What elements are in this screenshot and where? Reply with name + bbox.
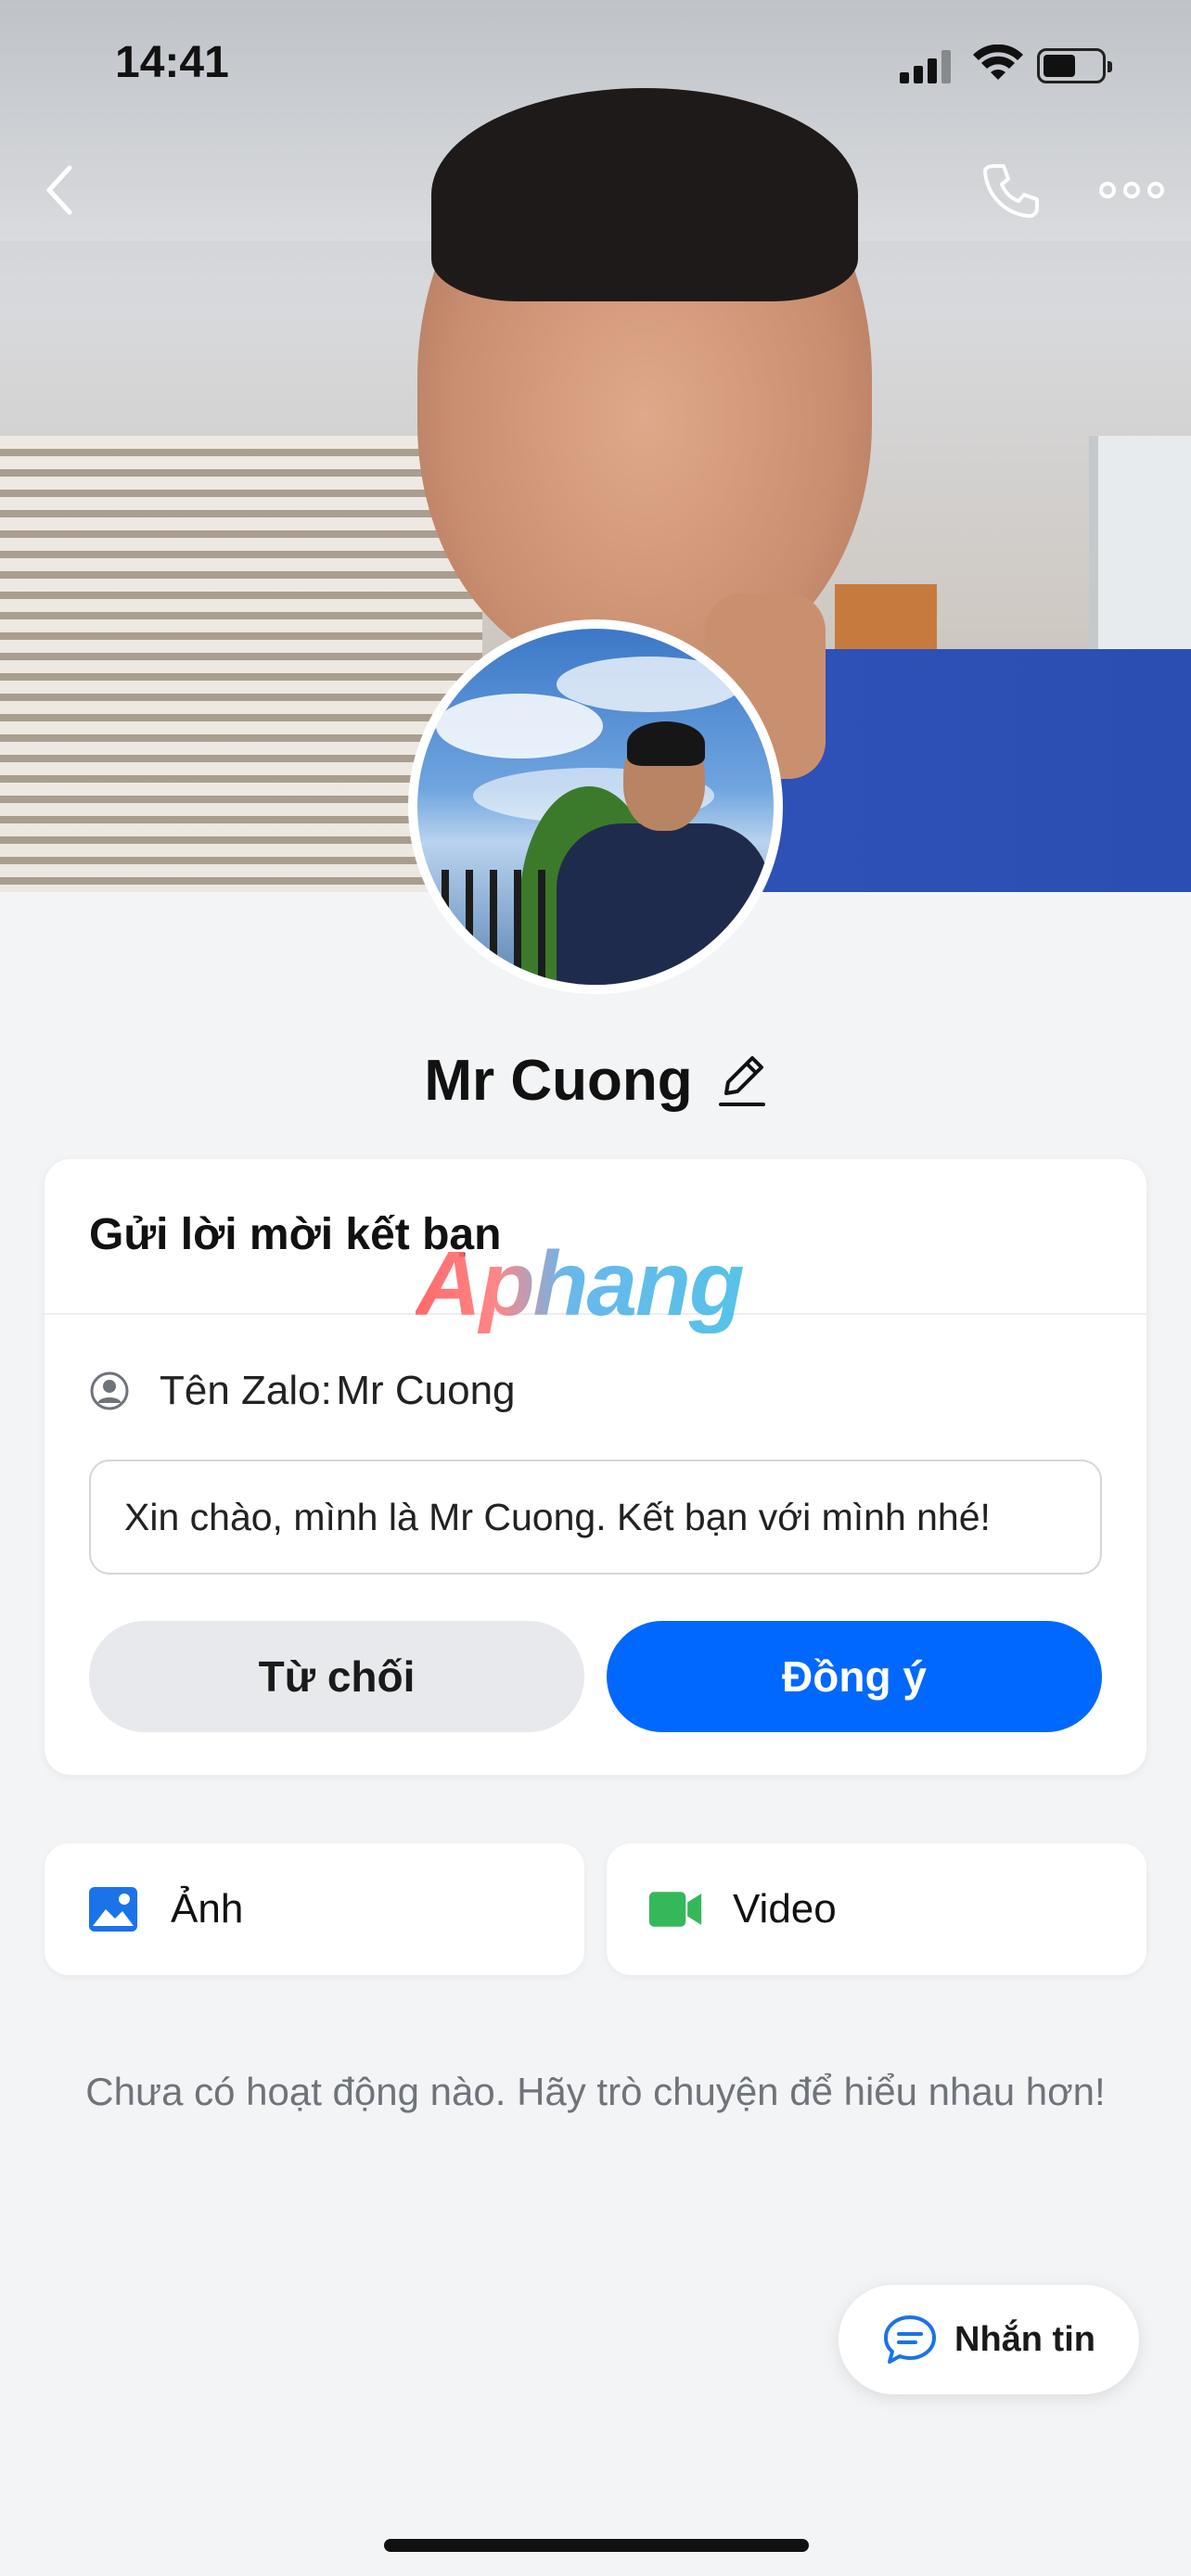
video-camera-icon bbox=[647, 1881, 703, 1937]
battery-icon bbox=[1037, 48, 1112, 83]
status-time: 14:41 bbox=[115, 38, 229, 87]
profile-avatar[interactable] bbox=[408, 619, 783, 994]
home-indicator[interactable] bbox=[384, 2539, 809, 2552]
empty-activity-text: Chưa có hoạt động nào. Hãy trò chuyện để… bbox=[85, 2070, 1106, 2113]
chevron-left-icon bbox=[46, 165, 72, 215]
status-bar: 14:41 bbox=[0, 0, 1191, 130]
decline-button[interactable]: Từ chối bbox=[89, 1621, 584, 1732]
wifi-icon bbox=[973, 45, 1023, 80]
photos-label: Ảnh bbox=[171, 1886, 244, 1932]
send-message-button[interactable]: Nhắn tin bbox=[839, 2285, 1139, 2394]
zalo-name-row: Tên Zalo: Mr Cuong bbox=[89, 1365, 516, 1417]
avatar-fence bbox=[417, 870, 557, 985]
image-icon bbox=[85, 1881, 141, 1937]
accept-button[interactable]: Đồng ý bbox=[607, 1621, 1102, 1732]
avatar-person-body bbox=[557, 823, 770, 985]
chat-bubble-icon bbox=[884, 2315, 936, 2364]
user-circle-icon bbox=[90, 1371, 129, 1410]
cellular-signal-icon bbox=[900, 48, 955, 83]
zalo-name-value: Mr Cuong bbox=[336, 1368, 516, 1413]
avatar-cloud bbox=[557, 657, 742, 712]
more-button[interactable] bbox=[1090, 158, 1173, 223]
phone-icon bbox=[983, 164, 1039, 218]
avatar-person-hair bbox=[627, 721, 705, 766]
back-button[interactable] bbox=[28, 158, 93, 223]
profile-name-row: Mr Cuong bbox=[0, 1039, 1191, 1122]
send-message-label: Nhắn tin bbox=[954, 2319, 1095, 2359]
profile-name: Mr Cuong bbox=[424, 1048, 693, 1113]
videos-label: Video bbox=[733, 1886, 837, 1932]
videos-tile[interactable]: Video bbox=[607, 1843, 1146, 1975]
watermark-logo: Aphang bbox=[416, 1231, 787, 1334]
photos-tile[interactable]: Ảnh bbox=[45, 1843, 584, 1975]
more-horizontal-icon bbox=[1099, 182, 1164, 198]
request-message: Xin chào, mình là Mr Cuong. Kết bạn với … bbox=[89, 1460, 1102, 1575]
call-button[interactable] bbox=[974, 158, 1048, 223]
zalo-name-label: Tên Zalo: bbox=[160, 1368, 332, 1413]
avatar-cloud bbox=[436, 694, 603, 759]
pencil-icon[interactable] bbox=[715, 1052, 767, 1108]
